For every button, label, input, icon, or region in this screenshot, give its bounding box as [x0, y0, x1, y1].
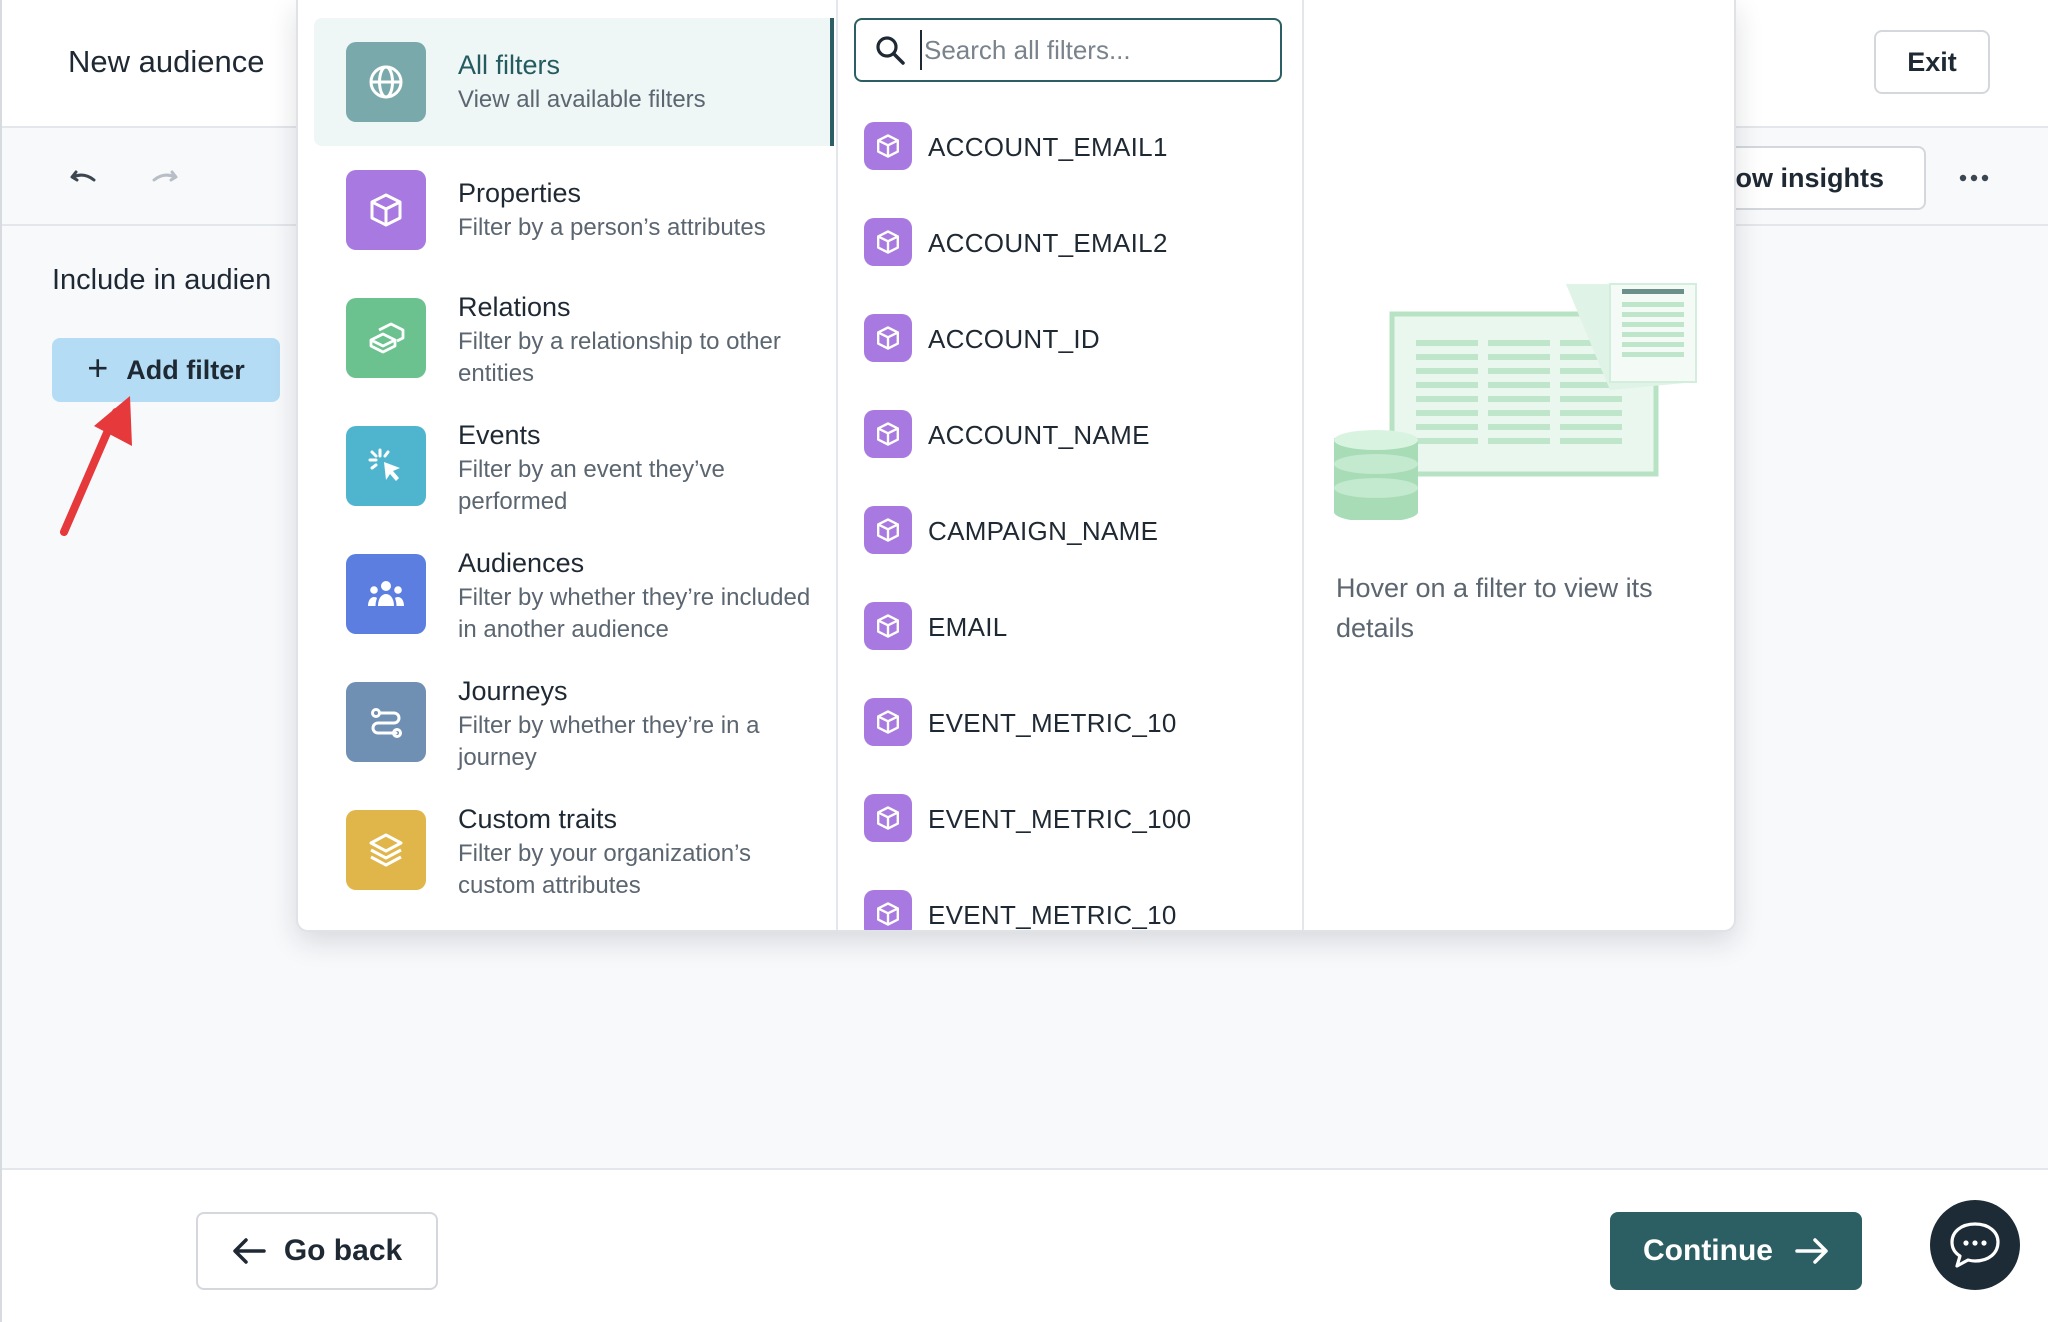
cube-icon	[864, 218, 912, 266]
filter-item[interactable]: ACCOUNT_EMAIL1	[864, 122, 1284, 172]
search-icon	[874, 34, 906, 71]
category-all-filters[interactable]: All filters View all available filters	[314, 18, 834, 146]
filter-label: EMAIL	[928, 612, 1008, 642]
filter-label: ACCOUNT_EMAIL1	[928, 132, 1168, 162]
filter-label: CAMPAIGN_NAME	[928, 516, 1159, 546]
filter-list: ACCOUNT_EMAIL1 ACCOUNT_EMAIL2 ACCOUNT_ID…	[838, 0, 1304, 930]
category-title: Custom traits	[458, 804, 618, 834]
go-back-label: Go back	[283, 1234, 403, 1267]
cube-icon	[864, 890, 912, 930]
chat-support-button[interactable]	[1930, 1200, 2020, 1290]
category-properties[interactable]: Properties Filter by a person’s attribut…	[314, 146, 834, 274]
filter-item[interactable]: ACCOUNT_EMAIL2	[864, 218, 1284, 268]
layers-icon	[346, 810, 426, 890]
filter-detail-panel: Hover on a filter to view its details	[1304, 0, 1734, 930]
continue-label: Continue	[1643, 1234, 1773, 1267]
category-description: Filter by a relationship to other entiti…	[458, 328, 781, 387]
category-description: Filter by whether they’re included in an…	[458, 584, 811, 643]
category-description: Filter by a person’s attributes	[458, 214, 766, 241]
click-icon	[346, 426, 426, 506]
cube-icon	[864, 698, 912, 746]
filter-label: EVENT_METRIC_10	[928, 708, 1177, 738]
globe-icon	[346, 42, 426, 122]
filter-label: EVENT_METRIC_10	[928, 900, 1177, 930]
cube-icon	[346, 170, 426, 250]
filter-label: ACCOUNT_EMAIL2	[928, 228, 1168, 258]
filter-item[interactable]: EVENT_METRIC_100	[864, 794, 1284, 844]
cube-icon	[864, 410, 912, 458]
filter-item[interactable]: EVENT_METRIC_10	[864, 890, 1284, 930]
filter-item[interactable]: EMAIL	[864, 602, 1284, 652]
category-title: Relations	[458, 292, 571, 322]
cube-icon	[864, 506, 912, 554]
category-description: Filter by an event they’ve performed	[458, 456, 725, 515]
filter-label: ACCOUNT_NAME	[928, 420, 1150, 450]
category-journeys[interactable]: Journeys Filter by whether they’re in a …	[314, 660, 834, 788]
filter-item[interactable]: ACCOUNT_NAME	[864, 410, 1284, 460]
ellipsis-icon[interactable]	[1950, 158, 1998, 198]
relations-icon	[346, 298, 426, 378]
exit-button[interactable]: Exit	[1874, 30, 1990, 94]
category-description: Filter by your organization’s custom att…	[458, 840, 752, 899]
category-description: Filter by whether they’re in a journey	[458, 712, 760, 771]
filter-search	[854, 18, 1282, 82]
people-icon	[346, 554, 426, 634]
plus-icon: +	[87, 347, 109, 388]
filter-label: ACCOUNT_ID	[928, 324, 1101, 354]
category-relations[interactable]: Relations Filter by a relationship to ot…	[314, 276, 834, 404]
search-input[interactable]	[920, 30, 1270, 70]
filter-label: EVENT_METRIC_100	[928, 804, 1192, 834]
filter-detail-hint: Hover on a filter to view its details	[1336, 573, 1653, 643]
continue-button[interactable]: Continue	[1610, 1212, 1862, 1290]
filter-item[interactable]: CAMPAIGN_NAME	[864, 506, 1284, 556]
filter-item[interactable]: EVENT_METRIC_10	[864, 698, 1284, 748]
filter-category-list: All filters View all available filters P…	[298, 0, 838, 930]
go-back-button[interactable]: Go back	[196, 1212, 438, 1290]
category-title: All filters	[458, 50, 561, 80]
journey-icon	[346, 682, 426, 762]
category-title: Audiences	[458, 548, 585, 578]
category-description: View all available filters	[458, 86, 706, 113]
chat-bubble-icon	[1950, 1222, 2000, 1268]
category-title: Events	[458, 420, 541, 450]
page-title: New audience	[68, 44, 265, 79]
data-table-illustration-icon	[1334, 283, 1697, 520]
category-custom-traits[interactable]: Custom traits Filter by your organizatio…	[314, 788, 834, 916]
audience-builder: New audience Exit how insights Include i…	[0, 0, 2048, 1322]
filter-picker-popover: All filters View all available filters P…	[296, 0, 1736, 932]
redo-icon[interactable]	[144, 158, 184, 198]
cube-icon	[864, 602, 912, 650]
arrow-left-icon	[233, 1238, 266, 1264]
cube-icon	[864, 794, 912, 842]
category-events[interactable]: Events Filter by an event they’ve perfor…	[314, 404, 834, 532]
include-in-audience-heading: Include in audien	[52, 264, 272, 296]
add-filter-label: Add filter	[126, 354, 245, 385]
annotation-arrow-icon	[60, 396, 132, 536]
category-audiences[interactable]: Audiences Filter by whether they’re incl…	[314, 532, 834, 660]
undo-icon[interactable]	[64, 158, 104, 198]
category-title: Properties	[458, 178, 582, 208]
cube-icon	[864, 122, 912, 170]
arrow-right-icon	[1795, 1238, 1828, 1264]
filter-item[interactable]: ACCOUNT_ID	[864, 314, 1284, 364]
category-title: Journeys	[458, 676, 568, 706]
cube-icon	[864, 314, 912, 362]
footer: Go back Continue	[2, 1168, 2048, 1322]
